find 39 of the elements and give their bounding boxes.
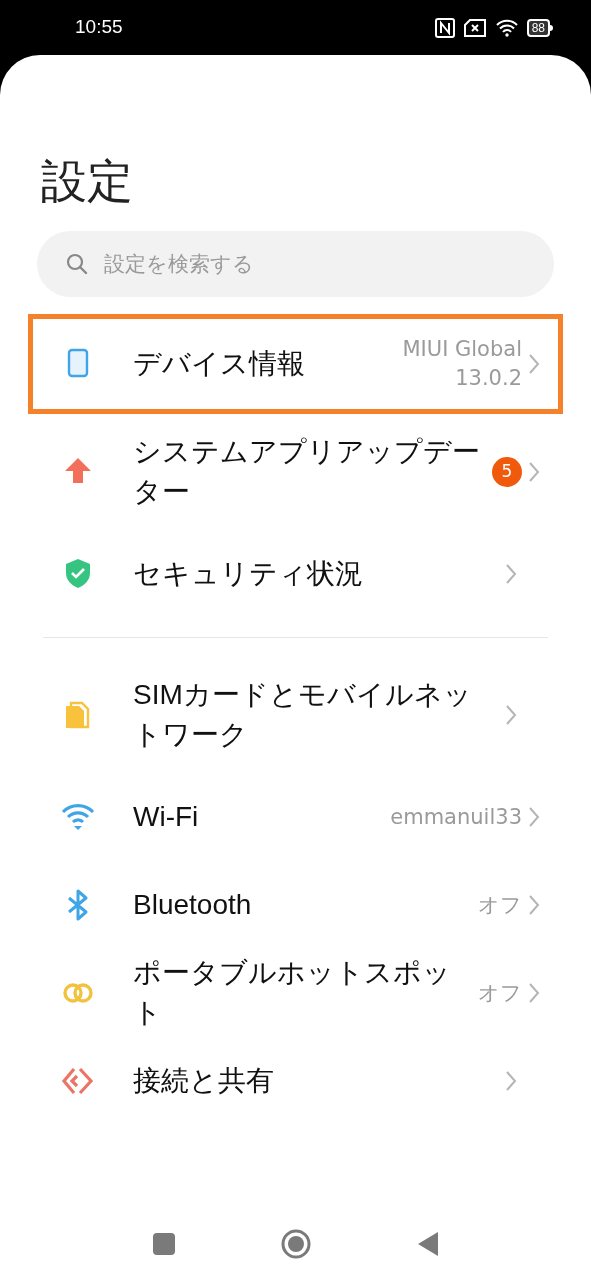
nfc-icon xyxy=(434,17,455,38)
chevron-right-icon xyxy=(528,806,540,828)
no-sim-icon xyxy=(462,18,487,37)
item-label: 接続と共有 xyxy=(133,1064,275,1098)
chevron-right-icon xyxy=(505,704,517,726)
item-label: セキュリティ状況 xyxy=(133,557,364,591)
item-label: Wi-Fi xyxy=(133,800,200,834)
settings-item[interactable]: 接続と共有 xyxy=(28,1037,563,1125)
settings-item[interactable]: システムアプリアップデーター 5 xyxy=(28,414,563,530)
settings-item[interactable]: SIMカードとモバイルネットワーク xyxy=(28,657,563,773)
settings-item[interactable]: デバイス情報 MIUI Global 13.0.2 xyxy=(28,314,563,414)
chevron-right-icon xyxy=(528,894,540,916)
item-label: システムアプリアップデーター xyxy=(133,435,481,509)
item-label: SIMカードとモバイルネットワーク xyxy=(133,678,473,752)
page-title: 設定 xyxy=(40,153,134,210)
count-badge: 5 xyxy=(492,457,522,487)
item-label: ポータブルホットスポット xyxy=(133,956,452,1030)
settings-item[interactable]: Bluetooth オフ xyxy=(28,861,563,949)
item-value: オフ xyxy=(478,891,522,919)
chevron-right-icon xyxy=(528,353,540,375)
settings-item[interactable]: Wi-Fi emmanuil33 xyxy=(28,773,563,861)
home-button[interactable] xyxy=(280,1228,311,1259)
item-value: オフ xyxy=(478,979,522,1007)
chevron-right-icon xyxy=(505,563,517,585)
item-label: デバイス情報 xyxy=(133,347,306,381)
item-value: emmanuil33 xyxy=(390,803,522,831)
item-value: MIUI Global 13.0.2 xyxy=(402,336,522,392)
chevron-right-icon xyxy=(528,982,540,1004)
recents-button[interactable] xyxy=(152,1232,175,1255)
status-time: 10:55 xyxy=(75,15,123,40)
chevron-right-icon xyxy=(528,461,540,483)
search-icon xyxy=(65,252,89,276)
chevron-right-icon xyxy=(505,1070,517,1092)
search-field[interactable]: 設定を検索する xyxy=(37,231,554,297)
back-button[interactable] xyxy=(416,1230,439,1257)
settings-item[interactable]: セキュリティ状況 xyxy=(28,530,563,618)
item-label: Bluetooth xyxy=(133,888,253,922)
battery-level: 88 xyxy=(526,18,550,37)
wifi-icon xyxy=(494,18,519,37)
